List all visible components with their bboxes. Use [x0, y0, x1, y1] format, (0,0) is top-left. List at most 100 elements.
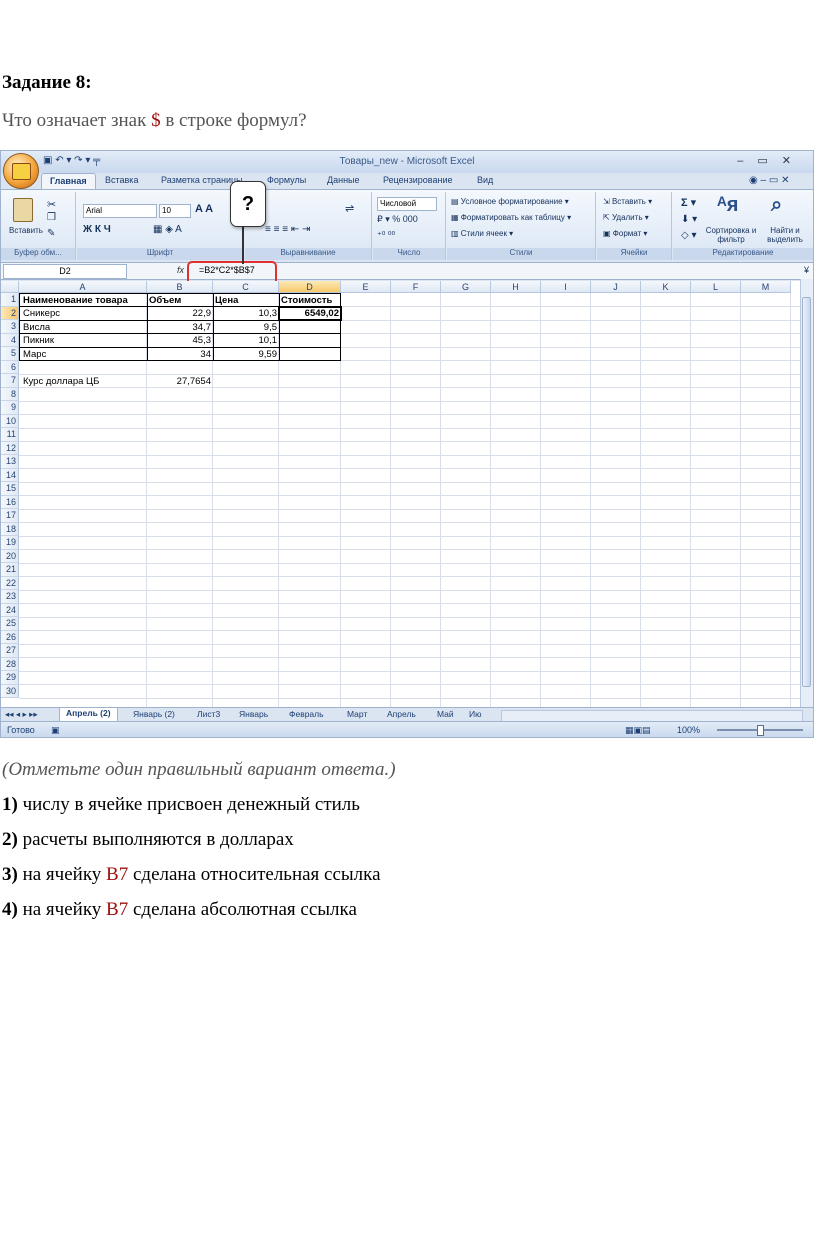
row-header[interactable]: 7: [1, 374, 19, 388]
borders-icon[interactable]: ▦ ◈ A: [153, 224, 182, 235]
table-cell[interactable]: 34: [147, 348, 213, 361]
vertical-scrollbar[interactable]: [800, 279, 813, 717]
row-header[interactable]: 3: [1, 320, 19, 334]
sheet-nav-icons[interactable]: ◂◂ ◂ ▸ ▸▸: [5, 709, 38, 720]
column-header-d[interactable]: D: [279, 281, 341, 293]
decimal-icons[interactable]: ⁺⁰ ⁰⁰: [377, 230, 395, 241]
font-size-select[interactable]: 10: [159, 204, 191, 218]
zoom-knob[interactable]: [757, 725, 764, 736]
header-cell-cost[interactable]: Стоимость: [279, 294, 341, 307]
row-header[interactable]: 2: [1, 306, 19, 320]
row-header[interactable]: 6: [1, 360, 19, 374]
select-all-corner[interactable]: [1, 281, 19, 293]
column-header-b[interactable]: B: [147, 281, 213, 293]
answer-option-1[interactable]: 1) числу в ячейке присвоен денежный стил…: [2, 794, 360, 816]
help-icon[interactable]: ◉ – ▭ ✕: [749, 175, 789, 186]
row-header[interactable]: 15: [1, 482, 19, 496]
header-cell-price[interactable]: Цена: [213, 294, 279, 307]
row-header[interactable]: 17: [1, 509, 19, 523]
table-cell[interactable]: 10,1: [213, 334, 279, 347]
window-controls[interactable]: –▭✕: [737, 154, 805, 167]
currency-percent-icons[interactable]: ₽ ▾ % 000: [377, 214, 418, 225]
rate-value-cell[interactable]: 27,7654: [147, 375, 213, 388]
row-header[interactable]: 14: [1, 468, 19, 482]
table-cell[interactable]: 9,5: [213, 321, 279, 334]
tab-view[interactable]: Вид: [477, 175, 493, 185]
header-cell-name[interactable]: Наименование товара: [21, 294, 147, 307]
row-header[interactable]: 4: [1, 333, 19, 347]
tab-formulas[interactable]: Формулы: [267, 175, 306, 185]
table-cell[interactable]: Висла: [21, 321, 147, 334]
sheet-tab[interactable]: Ию: [469, 709, 481, 719]
column-header-i[interactable]: I: [541, 281, 591, 293]
column-header-h[interactable]: H: [491, 281, 541, 293]
scroll-thumb[interactable]: [802, 297, 811, 687]
sheet-tab[interactable]: Январь: [239, 709, 268, 719]
answer-option-4[interactable]: 4) на ячейку В7 сделана абсолютная ссылк…: [2, 899, 357, 921]
name-box[interactable]: D2: [3, 264, 127, 279]
sheet-tab[interactable]: Январь (2): [133, 709, 175, 719]
tab-review[interactable]: Рецензирование: [383, 175, 453, 185]
office-button-icon[interactable]: [3, 153, 39, 189]
tab-insert[interactable]: Вставка: [105, 175, 138, 185]
zoom-slider[interactable]: [717, 725, 803, 736]
number-format-select[interactable]: Числовой: [377, 197, 437, 211]
sheet-tab[interactable]: Март: [347, 709, 367, 719]
row-header[interactable]: 21: [1, 563, 19, 577]
row-header[interactable]: 12: [1, 441, 19, 455]
view-buttons-icon[interactable]: ▦▣▤: [625, 725, 651, 736]
row-header[interactable]: 27: [1, 644, 19, 658]
wrap-text-icon[interactable]: ⇌: [345, 202, 354, 215]
row-header[interactable]: 28: [1, 657, 19, 671]
paste-button[interactable]: Вставить: [9, 226, 43, 235]
row-header[interactable]: 11: [1, 428, 19, 442]
row-header[interactable]: 29: [1, 671, 19, 685]
find-select-icon[interactable]: ⌕: [771, 194, 782, 217]
expand-formula-icon[interactable]: ¥: [804, 265, 809, 275]
table-cell[interactable]: 9,59: [213, 348, 279, 361]
answer-option-3[interactable]: 3) на ячейку В7 сделана относительная сс…: [2, 864, 381, 886]
column-header-a[interactable]: A: [19, 281, 147, 293]
table-cell[interactable]: Марс: [21, 348, 147, 361]
table-cell[interactable]: 10,3: [213, 307, 279, 320]
row-header[interactable]: 19: [1, 536, 19, 550]
column-header-k[interactable]: K: [641, 281, 691, 293]
worksheet-grid[interactable]: ABCDEFGHIJKLM 1 2 3 4 5 6 7 8 9 10 11 12 13 14 15 16 17 1…: [1, 281, 803, 717]
row-header[interactable]: 13: [1, 455, 19, 469]
table-cell[interactable]: 45,3: [147, 334, 213, 347]
format-as-table-button[interactable]: ▦ Форматировать как таблицу ▾: [451, 213, 571, 222]
row-header[interactable]: 22: [1, 576, 19, 590]
answer-option-2[interactable]: 2) расчеты выполняются в долларах: [2, 829, 294, 851]
row-header[interactable]: 18: [1, 522, 19, 536]
table-cell[interactable]: 22,9: [147, 307, 213, 320]
sort-filter-icon[interactable]: ᴬᴙ: [717, 194, 738, 217]
row-header[interactable]: 9: [1, 401, 19, 415]
column-header-l[interactable]: L: [691, 281, 741, 293]
format-cells-button[interactable]: ▣ Формат ▾: [603, 229, 647, 238]
table-cell[interactable]: Сникерс: [21, 307, 147, 320]
cell-styles-button[interactable]: ▥ Стили ячеек ▾: [451, 229, 513, 238]
sort-filter-button[interactable]: Сортировка и фильтр: [703, 226, 759, 244]
header-cell-volume[interactable]: Объем: [147, 294, 213, 307]
row-header[interactable]: 8: [1, 387, 19, 401]
row-header[interactable]: 23: [1, 590, 19, 604]
row-header[interactable]: 20: [1, 549, 19, 563]
find-select-button[interactable]: Найти и выделить: [759, 226, 811, 244]
align-icons[interactable]: ≡ ≡ ≡ ⇤ ⇥: [265, 224, 310, 235]
bold-italic-underline-icons[interactable]: Ж К Ч: [83, 224, 111, 235]
sheet-tab[interactable]: Май: [437, 709, 454, 719]
row-header[interactable]: 26: [1, 630, 19, 644]
column-header-c[interactable]: C: [213, 281, 279, 293]
font-name-select[interactable]: Arial: [83, 204, 157, 218]
column-header-f[interactable]: F: [391, 281, 441, 293]
row-header[interactable]: 24: [1, 603, 19, 617]
tab-data[interactable]: Данные: [327, 175, 360, 185]
sheet-tab[interactable]: Лист3: [197, 709, 220, 719]
active-cell-d2[interactable]: [278, 306, 342, 321]
sheet-tab[interactable]: Февраль: [289, 709, 324, 719]
row-header[interactable]: 5: [1, 347, 19, 361]
table-cell[interactable]: 34,7: [147, 321, 213, 334]
macro-record-icon[interactable]: ▣: [51, 725, 60, 736]
row-header[interactable]: 1: [1, 293, 19, 307]
zoom-level[interactable]: 100%: [677, 725, 700, 735]
